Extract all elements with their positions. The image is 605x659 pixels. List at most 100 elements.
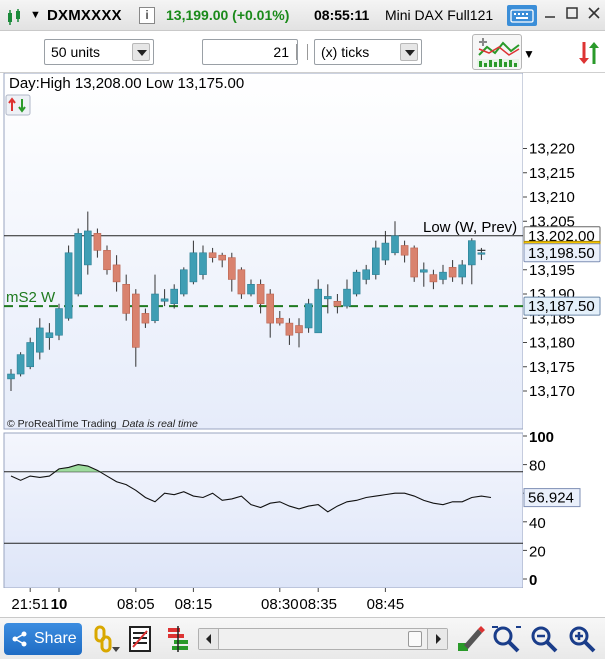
candle-body (333, 300, 342, 307)
minimize-icon[interactable] (538, 4, 562, 26)
candle-body (343, 288, 351, 307)
candle-body (371, 247, 380, 275)
candle-body (180, 269, 188, 295)
oscillator-axis-label: 0 (529, 572, 537, 589)
zoom-fit-icon[interactable] (490, 623, 522, 655)
units-select[interactable]: 50 units (44, 39, 154, 65)
price-badge-label: 13,187.50 (528, 298, 595, 315)
ticks-unit-value: (x) ticks (321, 44, 370, 60)
candle-body (112, 264, 121, 283)
candle-body (55, 308, 63, 336)
candle-body (275, 317, 284, 324)
price-axis-label: 13,210 (529, 189, 575, 206)
units-value: 50 units (51, 44, 101, 60)
indicators-button[interactable] (472, 34, 522, 70)
low-prev-week-label: Low (W, Prev) (423, 219, 517, 236)
oscillator-axis-label: 100 (529, 429, 554, 446)
candle-body (199, 252, 207, 275)
candle-body (448, 267, 457, 278)
candle-body (151, 293, 159, 321)
zoom-in-icon[interactable] (566, 623, 598, 655)
candle-body (93, 233, 102, 251)
candle-body (314, 288, 323, 334)
ticks-stepper[interactable] (296, 44, 308, 60)
candle-body (477, 252, 486, 255)
refresh-button[interactable] (5, 94, 31, 116)
ticks-unit-select[interactable]: (x) ticks (314, 39, 422, 65)
candle-body (256, 284, 265, 305)
maximize-icon[interactable] (560, 4, 584, 26)
candle-body (84, 230, 92, 266)
share-button[interactable]: Share (4, 623, 82, 655)
realtime-note: Data is real time (122, 418, 198, 430)
candle-body (35, 327, 44, 353)
candle-body (285, 322, 294, 336)
candle-body (26, 342, 35, 368)
scroll-left-button[interactable] (199, 629, 219, 649)
price-axis-label: 13,215 (529, 165, 575, 182)
indicators-menu-arrow-icon[interactable]: ▼ (523, 47, 535, 61)
price-change: 13,199.00 (+0.01%) (166, 7, 290, 23)
candle-body (237, 269, 246, 295)
info-icon[interactable]: i (139, 7, 155, 24)
scroll-right-button[interactable] (427, 629, 447, 649)
bottom-toolbar: Share (0, 617, 605, 659)
candlestick-app-icon (6, 6, 24, 25)
ticks-value: 21 (273, 44, 289, 60)
close-icon[interactable] (582, 4, 605, 26)
share-icon (12, 631, 27, 647)
day-high-low-info: Day:High 13,208.00 Low 13,175.00 (9, 75, 244, 92)
price-axis-label: 13,180 (529, 335, 575, 352)
candle-body (132, 293, 140, 348)
chevron-right-icon (436, 634, 441, 644)
properties-icon[interactable] (124, 623, 156, 655)
window-menu-arrow-icon[interactable]: ▼ (30, 0, 41, 31)
oscillator-axis-label: 20 (529, 543, 546, 560)
candle-body (160, 298, 169, 302)
time-axis-label: 08:05 (117, 596, 155, 613)
link-chain-icon[interactable] (90, 623, 122, 655)
ticks-input[interactable]: 21 (202, 39, 298, 65)
oscillator-panel[interactable] (3, 432, 524, 589)
sync-icon[interactable] (578, 38, 602, 68)
oscillator-axis-label: 40 (529, 515, 546, 532)
ms2-week-label: mS2 W (6, 289, 56, 306)
candle-body (103, 250, 111, 271)
candle-body (323, 296, 332, 300)
scroll-thumb[interactable] (408, 631, 422, 647)
candle-body (16, 354, 25, 375)
chevron-down-icon[interactable] (400, 43, 418, 61)
drawing-tools-icon[interactable] (454, 623, 486, 655)
price-badge-label: 13,198.50 (528, 245, 595, 262)
time-axis-label: 08:45 (367, 596, 405, 613)
candle-body (429, 274, 438, 283)
candle-body (208, 252, 217, 258)
candle-body (64, 252, 73, 319)
chevron-left-icon (206, 634, 211, 644)
chart-scrollbar[interactable] (198, 628, 448, 650)
candle-body (352, 271, 361, 295)
candle-body (189, 252, 198, 283)
zoom-out-icon[interactable] (528, 623, 560, 655)
candle-body (400, 245, 409, 256)
candle-body (170, 288, 178, 304)
keyboard-icon[interactable] (507, 5, 537, 26)
symbol-name[interactable]: DXMXXXX (47, 0, 122, 31)
chevron-down-icon[interactable] (132, 43, 150, 61)
watermark-text: © ProRealTime Trading (7, 418, 117, 430)
candle-body (247, 284, 255, 295)
candle-body (295, 325, 303, 334)
candle-body (419, 269, 428, 273)
candle-body (304, 303, 313, 329)
candle-body (381, 242, 390, 261)
candle-body (7, 373, 15, 380)
candle-body (439, 271, 447, 280)
oscillator-badge-label: 56.924 (528, 490, 574, 507)
clock-time: 08:55:11 (314, 7, 370, 23)
candle-body (467, 240, 476, 266)
price-axis-label: 13,220 (529, 141, 575, 158)
price-axis-label: 13,170 (529, 383, 575, 400)
indicators-icon (477, 38, 520, 67)
order-book-icon[interactable] (162, 623, 194, 655)
price-chart[interactable]: Day:High 13,208.00 Low 13,175.00 Low (W, … (0, 73, 605, 617)
